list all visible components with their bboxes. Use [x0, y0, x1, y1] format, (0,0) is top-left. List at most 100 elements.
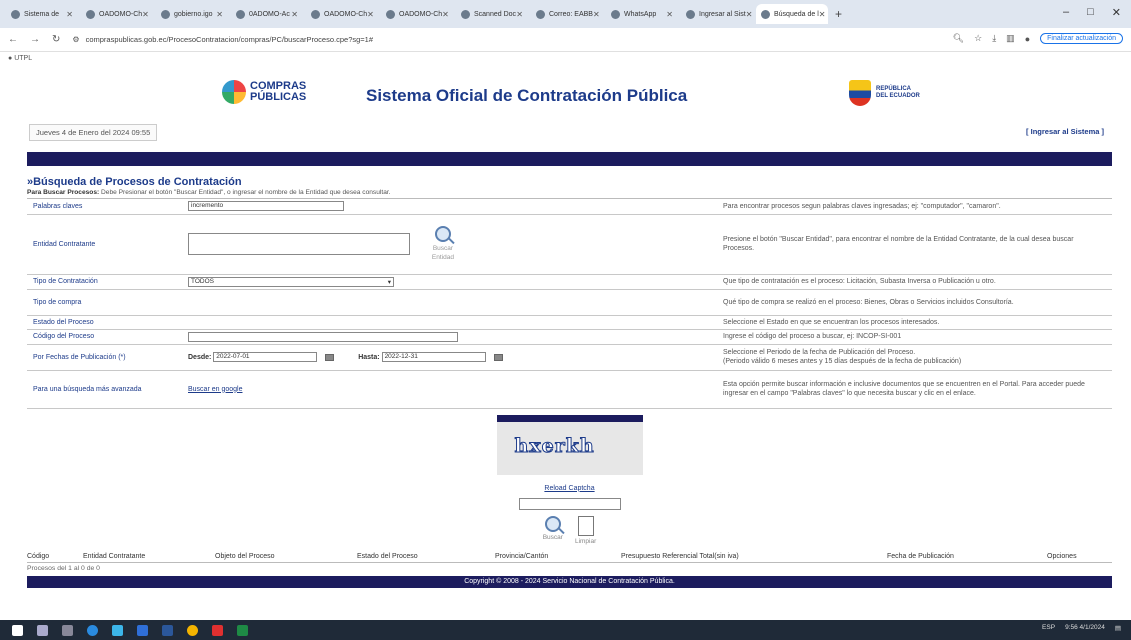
browser-tab[interactable]: gobierno.igo ✕: [156, 4, 228, 24]
new-tab-button[interactable]: +: [835, 7, 842, 21]
row-code: Código del Proceso Ingrese el código del…: [27, 329, 1112, 345]
maximize-icon[interactable]: □: [1087, 6, 1094, 19]
tab-close-icon[interactable]: ✕: [593, 10, 600, 19]
clock[interactable]: 9:56 4/1/2024: [1065, 624, 1105, 632]
calendar-icon[interactable]: [325, 353, 335, 361]
url-field[interactable]: compraspublicas.gob.ec/ProcesoContrataci…: [86, 35, 373, 44]
col-date: Fecha de Publicación: [887, 552, 954, 560]
status-label: Estado del Proceso: [33, 318, 94, 326]
buscar-entidad-label: Buscar Entidad: [431, 245, 454, 261]
tab-list: Sistema de ✕ OADOMO-Ch ✕ gobierno.igo ✕ 0ADOMO…: [6, 4, 831, 24]
row-entity: Entidad Contratante Buscar Entidad Presi…: [27, 214, 1112, 275]
footer: Copyright © 2008 - 2024 Servicio Naciona…: [27, 575, 1112, 588]
intro-bold: Para Buscar Procesos:: [27, 189, 100, 196]
captcha-input[interactable]: [518, 497, 621, 510]
type-select[interactable]: TODOS ▾: [188, 276, 394, 287]
tab-label: OADOMO-Ch: [99, 10, 143, 18]
code-label: Código del Proceso: [33, 333, 95, 340]
compras-logo-text: COMPRAS PÚBLICAS: [250, 81, 306, 103]
reload-icon[interactable]: ↻: [52, 34, 60, 45]
chrome-icon[interactable]: [187, 624, 198, 636]
search-icon[interactable]: [37, 624, 48, 636]
tab-close-icon[interactable]: ✕: [216, 10, 223, 19]
keywords-input[interactable]: incremento: [188, 201, 344, 212]
clear-button[interactable]: Limpiar: [575, 515, 596, 545]
col-budget: Presupuesto Referencial Total(sin iva): [621, 552, 739, 560]
type-select-value: TODOS: [191, 278, 214, 285]
tab-label: 0ADOMO-Ac: [249, 10, 290, 18]
word-icon[interactable]: [162, 624, 173, 636]
browser-tab[interactable]: Correo: EABB ✕: [531, 4, 603, 24]
search-button[interactable]: Buscar: [543, 515, 563, 545]
tab-close-icon[interactable]: ✕: [442, 10, 449, 19]
site-info-icon[interactable]: ⚙: [72, 35, 79, 44]
task-view-icon[interactable]: [62, 624, 73, 636]
reload-captcha-link[interactable]: Reload Captcha: [27, 485, 1112, 492]
bookmark-utpl[interactable]: ● UTPL: [8, 55, 32, 62]
sidebar-icon[interactable]: ▥: [1006, 33, 1015, 44]
keywords-label: Palabras claves: [33, 202, 83, 210]
pdf-icon[interactable]: [212, 624, 223, 636]
code-input[interactable]: [188, 331, 458, 342]
browser-tab[interactable]: WhatsApp ✕: [606, 4, 678, 24]
tab-close-icon[interactable]: ✕: [291, 10, 298, 19]
edge-icon[interactable]: [87, 624, 98, 636]
buscar-entidad-button[interactable]: Buscar Entidad: [430, 226, 456, 262]
browser-tab[interactable]: OADOMO-Ch ✕: [381, 4, 453, 24]
store-icon[interactable]: [112, 624, 123, 636]
to-date-input[interactable]: 2022-12-31: [381, 352, 486, 362]
compras-publicas-logo[interactable]: COMPRAS PÚBLICAS: [222, 80, 306, 104]
from-label: Desde:: [188, 353, 212, 361]
compras-logo-mark-icon: [222, 80, 246, 104]
close-icon[interactable]: ✕: [1112, 6, 1121, 19]
col-object: Objeto del Proceso: [215, 552, 275, 560]
ecuador-logo: REPÚBLICA DEL ECUADOR: [849, 80, 920, 106]
update-button[interactable]: Finalizar actualización: [1040, 33, 1123, 44]
zoom-icon[interactable]: 🔍︎: [953, 33, 964, 44]
browser-tab[interactable]: Ingresar al Sist ✕: [681, 4, 753, 24]
row-purchase: Tipo de compra Qué tipo de compra se rea…: [27, 289, 1112, 316]
browser-tab[interactable]: OADOMO-Ch ✕: [81, 4, 153, 24]
keywords-help: Para encontrar procesos segun palabras c…: [717, 199, 1112, 215]
tab-close-icon[interactable]: ✕: [66, 10, 73, 19]
browser-tab[interactable]: Scanned Doc ✕: [456, 4, 528, 24]
tab-close-icon[interactable]: ✕: [142, 10, 149, 19]
browser-tab[interactable]: Búsqueda de l ✕: [756, 4, 828, 24]
purchase-label: Tipo de compra: [33, 298, 82, 306]
login-link[interactable]: [ Ingresar al Sistema ]: [1026, 127, 1104, 136]
notification-icon[interactable]: ▤: [1115, 624, 1121, 632]
mail-icon[interactable]: [137, 624, 148, 636]
tab-close-icon[interactable]: ✕: [367, 10, 374, 19]
entity-input[interactable]: [188, 233, 410, 255]
tab-close-icon[interactable]: ✕: [819, 10, 826, 19]
tab-favicon-icon: [11, 9, 20, 19]
browser-tab[interactable]: 0ADOMO-Ac ✕: [231, 4, 303, 24]
tab-close-icon[interactable]: ✕: [746, 10, 753, 19]
row-status: Estado del Proceso Seleccione el Estado …: [27, 315, 1112, 330]
taskbar: ESP 9:56 4/1/2024 ▤: [0, 620, 1131, 640]
minimize-icon[interactable]: –: [1063, 6, 1069, 19]
site-header: COMPRAS PÚBLICAS Sistema Oficial de Cont…: [27, 70, 1112, 150]
page-content: COMPRAS PÚBLICAS Sistema Oficial de Cont…: [27, 70, 1112, 588]
windows-start-icon[interactable]: [12, 624, 23, 636]
profile-icon[interactable]: ●: [1025, 34, 1030, 44]
tab-favicon-icon: [236, 9, 245, 19]
browser-tab[interactable]: Sistema de ✕: [6, 4, 78, 24]
star-icon[interactable]: ☆: [974, 33, 982, 44]
browser-tab[interactable]: OADOMO-Ch ✕: [306, 4, 378, 24]
google-search-link[interactable]: Buscar en google: [188, 386, 242, 393]
calendar-icon[interactable]: [493, 353, 503, 361]
back-icon[interactable]: ←: [8, 34, 18, 45]
captcha-text: hxerkh: [514, 434, 595, 457]
tab-close-icon[interactable]: ✕: [666, 10, 673, 19]
tab-close-icon[interactable]: ✕: [516, 10, 523, 19]
from-date-input[interactable]: 2022-07-01: [213, 352, 318, 362]
forward-icon[interactable]: →: [30, 34, 40, 45]
download-icon[interactable]: ⤓: [992, 33, 996, 44]
excel-icon[interactable]: [237, 624, 248, 636]
lang-indicator[interactable]: ESP: [1042, 624, 1055, 632]
ecuador-logo-text: REPÚBLICA DEL ECUADOR: [876, 86, 920, 100]
search-icon: [544, 515, 561, 532]
entity-label: Entidad Contratante: [33, 240, 96, 248]
tab-label: Búsqueda de l: [774, 10, 819, 18]
